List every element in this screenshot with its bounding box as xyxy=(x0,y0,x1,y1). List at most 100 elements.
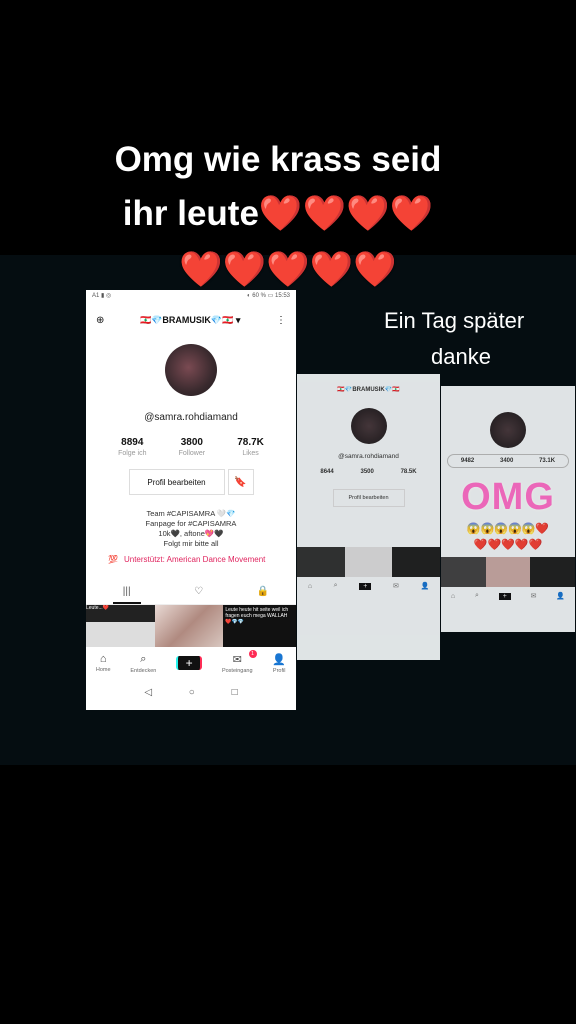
nav-label: Profil xyxy=(272,667,286,674)
profile-top-bar: ⊕ 🇱🇧💎BRAMUSIK💎🇱🇧 ▾ ⋮ xyxy=(86,306,296,334)
username: @samra.rohdiamand xyxy=(338,453,399,460)
video-grid xyxy=(441,557,575,587)
profile-icon: 👤 xyxy=(556,593,566,600)
bio-line: Team #CAPISAMRA 🤍💎 xyxy=(146,509,236,518)
bottom-nav: ⌂ ⌕ + ✉ 👤 xyxy=(297,577,440,595)
status-bar: A1 ▮ ◎ ◐ 60 % ▭ 15:53 xyxy=(86,290,296,306)
profile-icon: 👤 xyxy=(272,653,287,666)
side-caption-2: danke xyxy=(431,344,491,369)
search-icon: ⌕ xyxy=(474,592,479,599)
edit-profile-button[interactable]: Profil bearbeiten xyxy=(128,469,225,495)
stat-number: 73.1K xyxy=(539,458,556,464)
account-switcher[interactable]: 🇱🇧💎BRAMUSIK💎🇱🇧 ▾ xyxy=(140,315,240,326)
profile-stats: 8644 3500 78.5K xyxy=(307,469,430,475)
video-thumbnail xyxy=(297,547,345,577)
stat-number: 3800 xyxy=(180,437,203,448)
tab-private[interactable]: 🔒 xyxy=(257,586,269,604)
nav-inbox[interactable]: ✉ 1 Posteingang xyxy=(221,649,257,674)
support-text: Unterstützt: American Dance Movement xyxy=(123,555,266,564)
inbox-icon: ✉ xyxy=(232,653,242,666)
bio: Team #CAPISAMRA 🤍💎 Fanpage for #CAPISAMR… xyxy=(86,509,296,549)
home-icon: ⌂ xyxy=(99,653,107,665)
avatar[interactable] xyxy=(165,344,217,396)
stat-number: 78.5K xyxy=(400,469,417,475)
video-thumbnail xyxy=(485,557,531,587)
profile-actions: Profil bearbeiten 🔖 xyxy=(86,469,296,495)
caption-line-2-text: ihr leute xyxy=(122,194,259,233)
nav-label: Entdecken xyxy=(130,667,157,674)
nav-label: Posteingang xyxy=(221,667,253,674)
later-screenshot-2: 9482 3400 73.1K OMG 😱😱😱😱😱❤️ ❤️❤️❤️❤️❤️ ⌂… xyxy=(441,386,575,632)
caption-line-1: Omg wie krass seid xyxy=(114,140,442,179)
add-user-icon[interactable]: ⊕ xyxy=(96,315,104,326)
status-bar xyxy=(441,386,575,398)
stat-label: Folge ich xyxy=(118,450,147,457)
inbox-icon: ✉ xyxy=(392,583,399,590)
side-caption-1: Ein Tag später xyxy=(384,308,525,333)
stat-label: Follower xyxy=(178,450,206,457)
video-thumbnail[interactable]: Leute...❤️ xyxy=(86,605,155,647)
thumbnail-text: Leute heute hit seite weil ich fragen eu… xyxy=(225,607,289,625)
nav-create[interactable]: + xyxy=(176,656,203,670)
plus-icon: + xyxy=(498,592,511,600)
caption-hearts-row: ❤️❤️❤️❤️❤️ xyxy=(179,250,397,289)
stat-number: 3400 xyxy=(499,458,514,464)
support-link[interactable]: 💯 Unterstützt: American Dance Movement xyxy=(108,555,296,564)
video-thumbnail xyxy=(530,557,575,587)
profile-tabs: ||| ♡ 🔒 xyxy=(86,586,296,605)
video-thumbnail xyxy=(392,547,440,577)
video-thumbnail xyxy=(344,547,393,577)
username: @samra.rohdiamand xyxy=(144,412,238,423)
omg-sticker: OMG xyxy=(461,476,555,518)
bottom-nav: ⌂ ⌕ + ✉ 👤 xyxy=(441,587,575,605)
search-icon: ⌕ xyxy=(140,652,147,665)
avatar xyxy=(490,412,526,448)
emoji-row: ❤️❤️❤️❤️❤️ xyxy=(473,539,543,551)
bio-line: 10k🖤, aftone💖🖤 xyxy=(158,529,224,538)
bottom-nav: ⌂ Home ⌕ Entdecken + ✉ 1 Posteingang 👤 P… xyxy=(86,647,296,679)
notification-badge: 1 xyxy=(248,649,257,658)
edit-profile-button: Profil bearbeiten xyxy=(332,489,405,507)
video-thumbnail[interactable]: Leute heute hit seite weil ich fragen eu… xyxy=(223,605,296,647)
heart-icons: ❤️❤️❤️❤️ xyxy=(258,194,434,233)
status-right: ◐ 60 % ▭ 15:53 xyxy=(247,293,290,299)
avatar xyxy=(350,408,387,444)
stat-number: 3500 xyxy=(360,469,374,475)
video-thumbnail xyxy=(441,557,486,587)
stat-likes[interactable]: 78.7K Likes xyxy=(237,437,264,457)
profile-icon: 👤 xyxy=(420,583,430,590)
nav-profile[interactable]: 👤 Profil xyxy=(272,653,286,674)
thumbnail-text: Leute...❤️ xyxy=(86,605,109,611)
profile-screenshot: A1 ▮ ◎ ◐ 60 % ▭ 15:53 ⊕ 🇱🇧💎BRAMUSIK💎🇱🇧 ▾… xyxy=(86,290,296,710)
home-button-icon[interactable]: ○ xyxy=(189,687,195,698)
recents-icon[interactable]: □ xyxy=(232,687,238,698)
tab-liked[interactable]: ♡ xyxy=(194,586,203,604)
status-bar xyxy=(297,374,440,386)
stat-label: Likes xyxy=(242,450,259,457)
search-icon: ⌕ xyxy=(333,582,338,589)
account-title: 🇱🇧💎BRAMUSIK💎🇱🇧 xyxy=(337,387,400,393)
video-grid: Leute...❤️ Leute heute hit seite weil ic… xyxy=(86,605,296,647)
stat-number: 78.7K xyxy=(237,437,264,448)
video-thumbnail[interactable] xyxy=(154,605,224,647)
home-icon: ⌂ xyxy=(450,592,456,600)
stat-number: 9482 xyxy=(460,458,475,464)
caption-line-2: ihr leute❤️❤️❤️❤️ xyxy=(0,188,566,240)
bookmark-icon[interactable]: 🔖 xyxy=(227,469,254,495)
stat-number: 8894 xyxy=(121,437,144,448)
inbox-icon: ✉ xyxy=(530,593,537,600)
back-icon[interactable]: ◁ xyxy=(144,687,152,698)
stat-followers[interactable]: 3800 Follower xyxy=(179,437,205,457)
tab-videos[interactable]: ||| xyxy=(112,586,141,604)
plus-icon: + xyxy=(176,656,203,670)
more-icon[interactable]: ⋮ xyxy=(276,315,286,326)
home-icon: ⌂ xyxy=(307,582,313,590)
bottom-black-band xyxy=(0,765,576,1024)
status-left: A1 ▮ ◎ xyxy=(92,293,112,299)
emoji-row: 😱😱😱😱😱❤️ xyxy=(466,523,550,535)
nav-discover[interactable]: ⌕ Entdecken xyxy=(130,653,156,674)
nav-home[interactable]: ⌂ Home xyxy=(96,653,111,673)
stat-following[interactable]: 8894 Folge ich xyxy=(118,437,146,457)
later-screenshot-1: 🇱🇧💎BRAMUSIK💎🇱🇧 @samra.rohdiamand 8644 35… xyxy=(297,374,440,660)
bio-line: Fanpage for #CAPISAMRA xyxy=(145,519,237,528)
